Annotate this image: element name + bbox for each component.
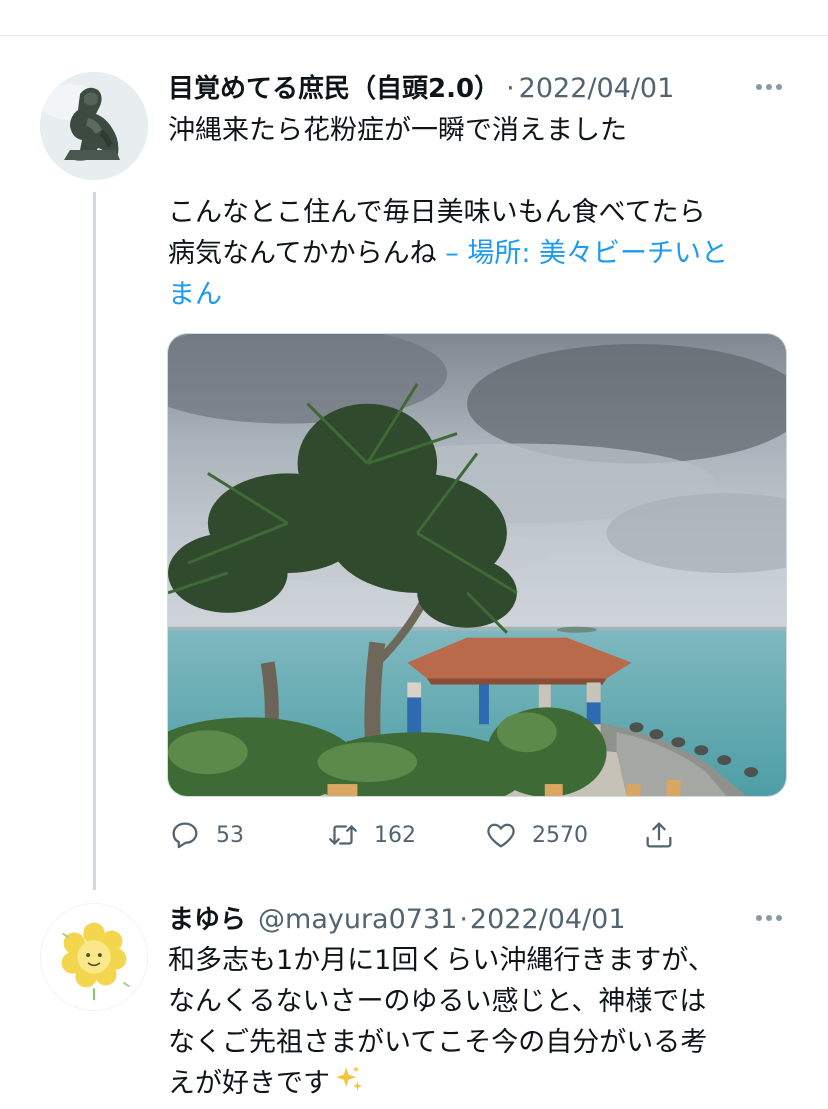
retweet-button[interactable]: 162 <box>326 812 416 858</box>
tweet-text-line: こんなとこ住んで毎日美味いもん食べてたら <box>168 197 706 228</box>
like-button[interactable]: 2570 <box>484 812 588 858</box>
retweet-count: 162 <box>374 822 416 848</box>
reply-header: まゆら @mayura0731 · 2022/04/01 <box>168 899 626 935</box>
tweet-text-line-with-location: 病気なんてかからんね – 場所: 美々ビーチいと <box>168 233 788 274</box>
reply-text-line-with-emoji: えが好きです <box>168 1063 788 1104</box>
beach-gazebo-photo <box>168 334 786 796</box>
reply-header-separator: · <box>459 904 468 935</box>
share-button[interactable] <box>642 812 676 858</box>
reply-text-line: なんくるないさーのゆるい感じと、神様では <box>168 986 707 1017</box>
heart-icon <box>487 823 515 848</box>
author-avatar[interactable] <box>40 72 148 180</box>
tweet-header: 目覚めてる庶民（自頭2.0） · 2022/04/01 <box>168 68 674 104</box>
reply-display-name[interactable]: まゆら <box>168 899 246 936</box>
reply-handle[interactable]: @mayura0731 <box>258 904 457 935</box>
thread-connector-line <box>93 192 96 890</box>
reply-button[interactable]: 53 <box>168 812 244 858</box>
author-display-name[interactable]: 目覚めてる庶民（自頭2.0） <box>168 68 500 105</box>
reply-text: 和多志も1か月に1回くらい沖縄行きますが、 なんくるないさーのゆるい感じと、神様… <box>168 940 788 1104</box>
share-icon <box>646 822 672 848</box>
thinker-statue-avatar-image <box>40 72 148 180</box>
more-dots-icon[interactable] <box>756 82 786 92</box>
reply-count: 53 <box>216 822 244 848</box>
flower-character-avatar-image <box>41 904 147 1010</box>
tweet-text-line: 沖縄来たら花粉症が一瞬で消えました <box>168 115 627 146</box>
reply-text-line: なくご先祖さまがいてこそ今の自分がいる考 <box>168 1027 708 1058</box>
location-link[interactable]: – 場所: 美々ビーチいと <box>437 238 728 269</box>
retweet-icon <box>329 825 357 845</box>
location-link-continued[interactable]: まん <box>168 274 788 315</box>
reply-date[interactable]: 2022/04/01 <box>470 904 626 935</box>
tweet-text: 沖縄来たら花粉症が一瞬で消えました こんなとこ住んで毎日美味いもん食べてたら 病… <box>168 110 788 315</box>
header-separator: · <box>506 73 515 104</box>
reply-icon <box>172 822 198 849</box>
reply-author-avatar[interactable] <box>40 903 148 1011</box>
tweet-text-line: 病気なんてかからんね <box>168 238 437 269</box>
tweet-date[interactable]: 2022/04/01 <box>519 73 675 104</box>
more-dots-icon[interactable] <box>756 913 786 923</box>
tweet-action-bar: 53 162 2570 <box>168 812 788 858</box>
top-divider <box>0 35 828 36</box>
tweet-photo[interactable] <box>167 333 787 797</box>
reply-text-line: 和多志も1か月に1回くらい沖縄行きますが、 <box>168 945 715 976</box>
sparkles-icon <box>332 1063 366 1109</box>
like-count: 2570 <box>532 822 588 848</box>
reply-text-line: えが好きです <box>168 1068 330 1099</box>
